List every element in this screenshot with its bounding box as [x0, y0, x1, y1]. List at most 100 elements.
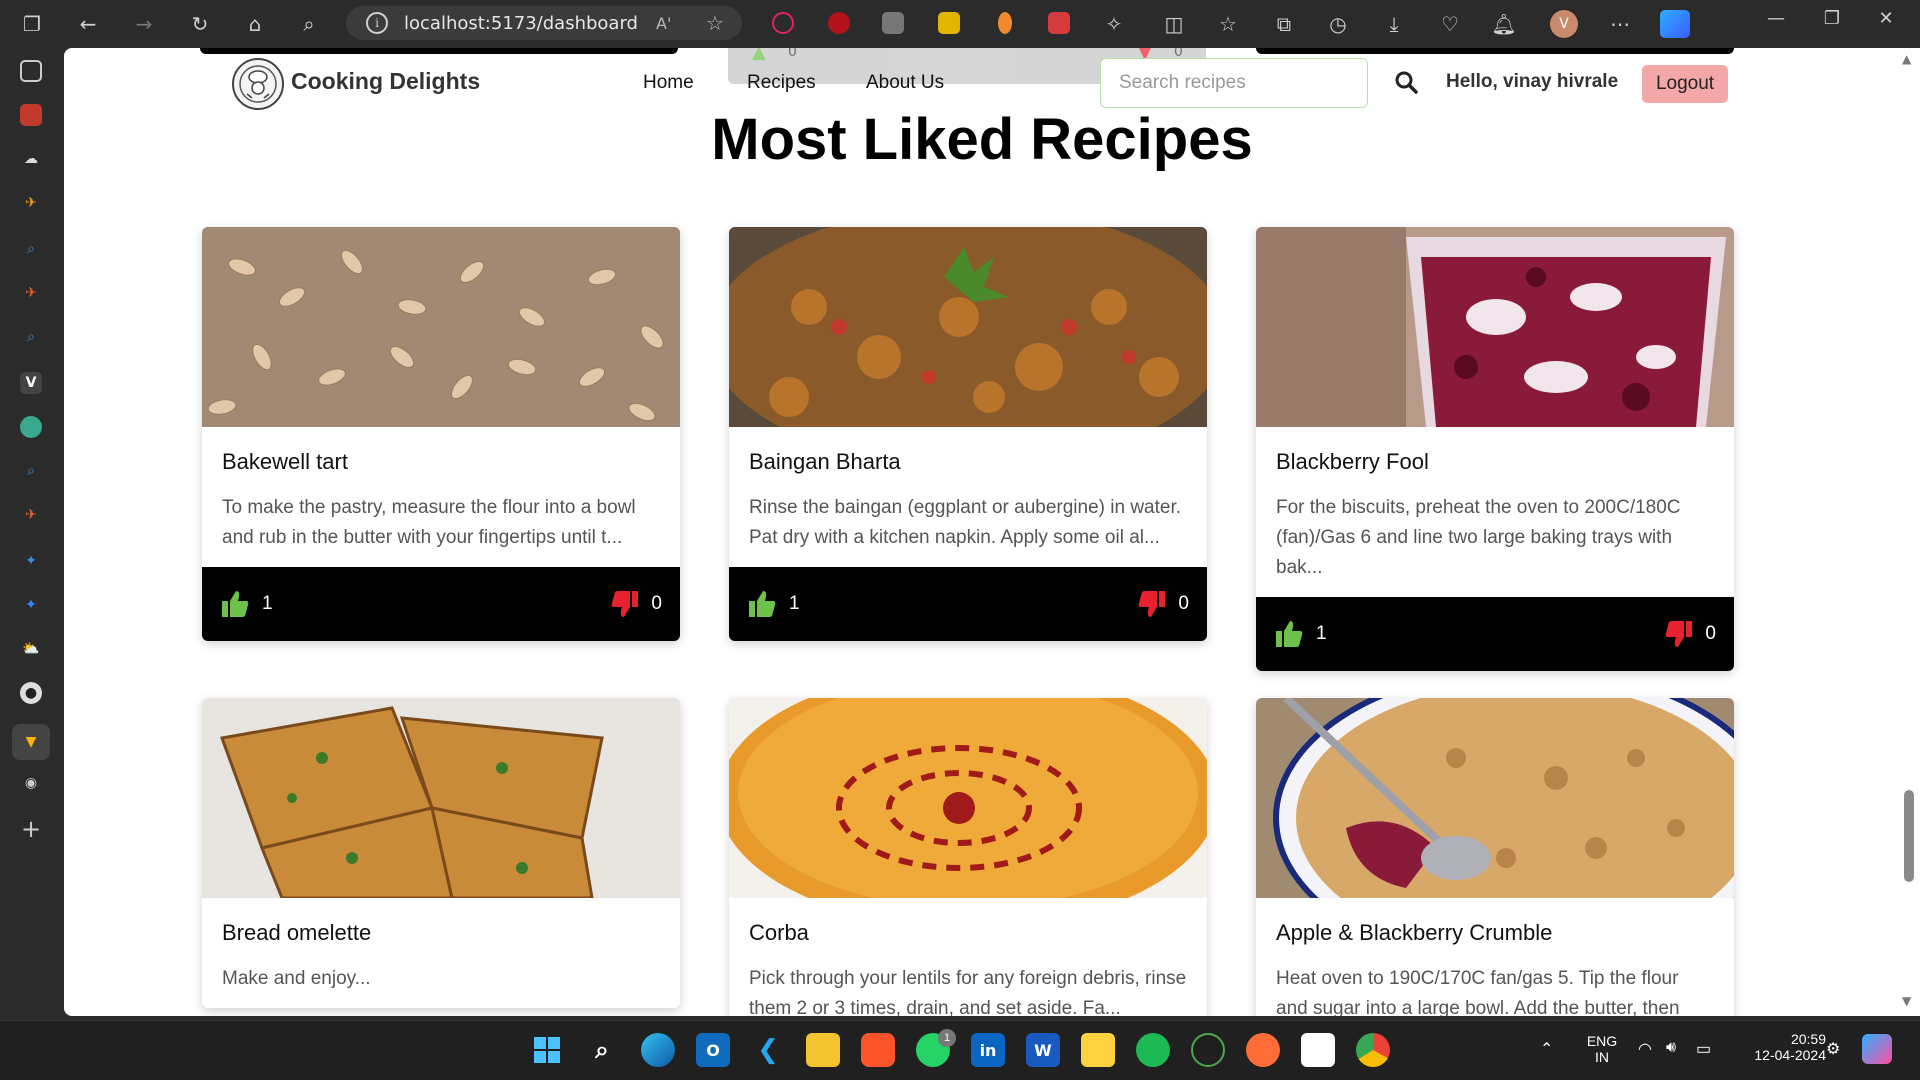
recipe-image-apple-blackberry-crumble[interactable] — [1256, 698, 1734, 898]
thumbs-up-icon[interactable] — [220, 589, 250, 619]
language-indicator[interactable]: ENG IN — [1584, 1033, 1620, 1065]
taskbar-chrome-icon[interactable] — [1356, 1033, 1390, 1067]
forward-icon[interactable]: → — [126, 6, 162, 42]
battery-icon[interactable]: ▭ — [1696, 1039, 1711, 1059]
taskbar-postman-icon[interactable] — [1246, 1033, 1280, 1067]
close-window-icon[interactable]: ✕ — [1866, 8, 1906, 29]
brand-logo[interactable] — [232, 58, 284, 110]
extension-red-icon[interactable] — [1048, 12, 1070, 34]
performance-icon[interactable]: ♡ — [1432, 6, 1468, 42]
wifi-icon[interactable]: ◠ — [1638, 1039, 1652, 1059]
recipe-image-baingan-bharta[interactable] — [729, 227, 1207, 427]
tab-actions-icon[interactable]: ❐ — [14, 6, 50, 42]
sidebar-vite-icon[interactable]: ▼ — [12, 724, 50, 760]
sidebar-add-icon[interactable]: + — [20, 815, 42, 843]
extensions-puzzle-icon[interactable]: ✧ — [1096, 6, 1132, 42]
brand-name[interactable]: Cooking Delights — [291, 68, 480, 95]
sidebar-search3-icon[interactable]: ⌕ — [20, 460, 42, 482]
thumbs-up-icon[interactable] — [747, 589, 777, 619]
sidebar-search-icon[interactable]: ⌕ — [20, 238, 42, 260]
taskbar-mongodb-icon[interactable] — [1191, 1033, 1225, 1067]
profile-avatar[interactable]: V — [1550, 10, 1578, 38]
scroll-down-arrow-icon[interactable]: ▼ — [1902, 994, 1911, 1008]
taskbar-edge-icon[interactable] — [641, 1033, 675, 1067]
restore-icon[interactable]: ❐ — [1812, 8, 1852, 29]
logout-button[interactable]: Logout — [1642, 65, 1728, 103]
extension-orange-icon[interactable] — [998, 12, 1012, 34]
sidebar-weather2-icon[interactable]: ⛅ — [20, 638, 42, 660]
sidebar-app-icon[interactable]: ✈ — [20, 192, 42, 214]
recipe-card[interactable]: Bakewell tart To make the pastry, measur… — [202, 227, 680, 641]
read-aloud-icon[interactable]: A' — [656, 14, 671, 33]
recipe-card[interactable]: Bread omelette Make and enjoy... — [202, 698, 680, 1008]
back-icon[interactable]: ← — [70, 6, 106, 42]
minimize-icon[interactable]: — — [1756, 8, 1796, 29]
recipe-image-blackberry-fool[interactable] — [1256, 227, 1734, 427]
refresh-icon[interactable]: ↻ — [182, 6, 218, 42]
thumbs-up-icon[interactable] — [1274, 619, 1304, 649]
search-recipes-input[interactable] — [1100, 58, 1368, 108]
search-icon[interactable]: ⌕ — [291, 6, 327, 42]
thumbs-down-icon[interactable] — [1137, 589, 1167, 619]
taskbar-linkedin-icon[interactable]: in — [971, 1033, 1005, 1067]
scroll-thumb[interactable] — [1904, 790, 1914, 882]
copilot-icon[interactable] — [1660, 10, 1690, 38]
nav-link-recipes[interactable]: Recipes — [747, 72, 816, 94]
volume-icon[interactable]: 🔊︎ — [1666, 1039, 1676, 1057]
recipe-card[interactable]: Baingan Bharta Rinse the baingan (eggpla… — [729, 227, 1207, 641]
vertical-tabs-icon[interactable] — [20, 60, 42, 82]
split-screen-icon[interactable]: ◫ — [1156, 6, 1192, 42]
sidebar-gemini-icon[interactable]: ✦ — [20, 594, 42, 616]
nav-link-home[interactable]: Home — [643, 72, 694, 94]
recipe-title[interactable]: Corba — [749, 920, 1187, 946]
recipe-card[interactable]: Blackberry Fool For the biscuits, prehea… — [1256, 227, 1734, 671]
collections-icon[interactable]: ⧉ — [1266, 6, 1302, 42]
start-windows-icon[interactable] — [530, 1033, 564, 1067]
taskbar-store-icon[interactable] — [1301, 1033, 1335, 1067]
favorites-icon[interactable]: ☆ — [1210, 6, 1246, 42]
clock[interactable]: 20:59 12-04-2024 — [1736, 1031, 1826, 1063]
recipe-image-corba[interactable] — [729, 698, 1207, 898]
camera-extension-icon[interactable] — [882, 12, 904, 34]
taskbar-spotify-icon[interactable] — [1136, 1033, 1170, 1067]
sidebar-weather-icon[interactable]: ☁ — [20, 148, 42, 170]
taskbar-copilot-icon[interactable] — [1862, 1034, 1892, 1064]
recipe-image-bread-omelette[interactable] — [202, 698, 680, 898]
more-menu-icon[interactable]: ⋯ — [1602, 6, 1638, 42]
taskbar-word-icon[interactable]: W — [1026, 1033, 1060, 1067]
recipe-card[interactable]: Apple & Blackberry Crumble Heat oven to … — [1256, 698, 1734, 1016]
taskbar-sticky-notes-icon[interactable] — [1081, 1033, 1115, 1067]
address-bar[interactable]: i localhost:5173/dashboard A' ☆ — [346, 6, 742, 40]
sidebar-sparkle-icon[interactable]: ✦ — [20, 550, 42, 572]
sidebar-app2-icon[interactable]: ✈ — [20, 282, 42, 304]
sidebar-app3-icon[interactable]: ✈ — [20, 504, 42, 526]
sidebar-chatgpt-icon[interactable] — [20, 416, 42, 438]
thumbs-down-icon[interactable] — [610, 589, 640, 619]
home-icon[interactable]: ⌂ — [237, 6, 273, 42]
ublock-icon[interactable] — [828, 12, 850, 34]
settings-gear-icon[interactable]: ⚙ — [1826, 1039, 1840, 1059]
extension-player-icon[interactable] — [772, 12, 794, 34]
recipe-title[interactable]: Baingan Bharta — [749, 449, 1187, 475]
recipe-image-bakewell-tart[interactable] — [202, 227, 680, 427]
taskbar-outlook-icon[interactable]: O — [696, 1033, 730, 1067]
notifications-bell-icon[interactable]: 🔔︎ — [1486, 6, 1522, 42]
sidebar-pdf-icon[interactable] — [20, 104, 42, 126]
recipe-title[interactable]: Bread omelette — [222, 920, 660, 946]
favorite-star-icon[interactable]: ☆ — [706, 11, 724, 35]
sidebar-camera-icon[interactable]: ◉ — [20, 772, 42, 794]
sidebar-github-icon[interactable]: ● — [20, 682, 42, 704]
scroll-up-arrow-icon[interactable]: ▲ — [1902, 52, 1911, 66]
sidebar-v-icon[interactable]: V — [20, 372, 42, 394]
tray-chevron-up-icon[interactable]: ⌃ — [1540, 1039, 1553, 1059]
recipe-title[interactable]: Blackberry Fool — [1276, 449, 1714, 475]
recipe-card[interactable]: Corba Pick through your lentils for any … — [729, 698, 1207, 1016]
sidebar-search2-icon[interactable]: ⌕ — [20, 326, 42, 348]
thumbs-down-icon[interactable] — [1664, 619, 1694, 649]
taskbar-search-icon[interactable]: ⌕ — [585, 1033, 619, 1067]
taskbar-brave-icon[interactable] — [861, 1033, 895, 1067]
history-icon[interactable]: ◷ — [1320, 6, 1356, 42]
downloads-icon[interactable]: ⤓ — [1376, 6, 1412, 42]
search-icon[interactable] — [1394, 70, 1418, 94]
recipe-title[interactable]: Apple & Blackberry Crumble — [1276, 920, 1714, 946]
